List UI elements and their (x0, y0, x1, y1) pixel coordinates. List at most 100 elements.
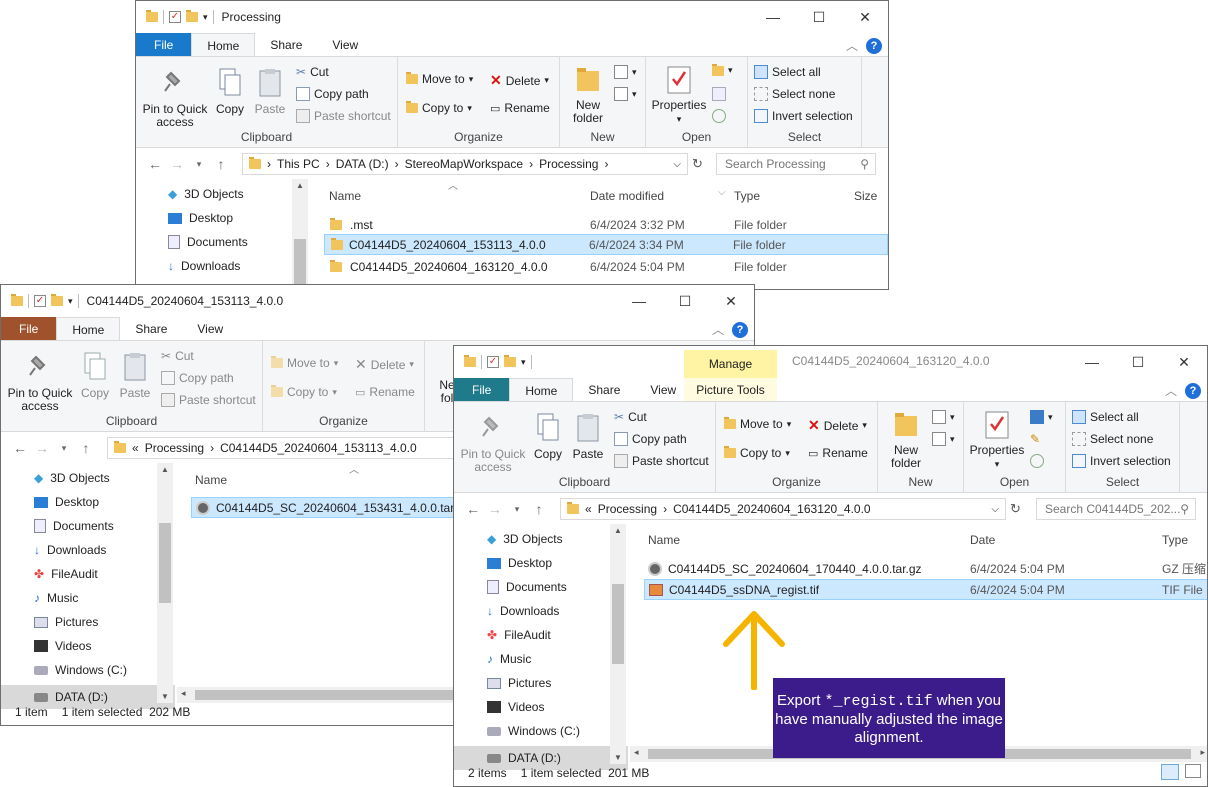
copy-path-button[interactable]: Copy path (296, 87, 369, 101)
nav-item-music[interactable]: ♪ Music (34, 591, 78, 605)
select-all-button[interactable]: Select all (1072, 410, 1139, 424)
cut-button[interactable]: ✂ Cut (296, 65, 329, 79)
nav-item-downloads[interactable]: ↓ Downloads (34, 543, 106, 557)
new-folder-icon[interactable] (51, 294, 63, 306)
column-header-name[interactable]: Name (195, 473, 227, 487)
properties-check-icon[interactable]: ✓ (34, 295, 46, 307)
scrollbar-thumb[interactable] (159, 523, 171, 603)
column-header-name[interactable]: Name (329, 189, 361, 203)
move-to-button[interactable]: Move to ▾ (271, 356, 338, 370)
nav-scrollbar[interactable]: ▲ ▼ (157, 463, 173, 703)
help-icon[interactable]: ? (866, 37, 882, 54)
file-row-selected[interactable]: C04144D5_SC_20240604_153431_4.0.0.tar.gz (191, 497, 470, 518)
forward-arrow-icon[interactable]: → (166, 156, 188, 172)
up-arrow-icon[interactable]: ↑ (75, 440, 97, 456)
breadcrumb-this-pc[interactable]: This PC (277, 157, 320, 171)
file-row[interactable]: C04144D5_SC_20240604_170440_4.0.0.tar.gz… (644, 558, 1207, 579)
column-header-type[interactable]: Type (734, 189, 760, 203)
customize-toolbar-icon[interactable]: ▾ (203, 12, 208, 23)
customize-toolbar-icon[interactable]: ▾ (68, 296, 73, 307)
breadcrumb-processing[interactable]: Processing (145, 441, 204, 455)
scrollbar-thumb[interactable] (294, 239, 306, 289)
history-button[interactable] (712, 109, 726, 123)
delete-button[interactable]: ✕ Delete ▾ (490, 72, 549, 89)
open-button[interactable]: ▾ (712, 63, 733, 76)
manage-contextual-tab[interactable]: Manage (684, 350, 777, 378)
tab-home[interactable]: Home (191, 33, 256, 57)
nav-item-documents[interactable]: Documents (168, 235, 248, 249)
nav-item-documents[interactable]: Documents (34, 519, 114, 533)
nav-item-downloads[interactable]: ↓ Downloads (168, 259, 240, 273)
collapse-ribbon-icon[interactable]: ︿ (846, 37, 858, 54)
breadcrumb-processing[interactable]: Processing (539, 157, 598, 171)
tab-share[interactable]: Share (573, 378, 635, 402)
search-input[interactable]: Search C04144D5_202... ⚲ (1036, 498, 1196, 520)
nav-item-fileaudit[interactable]: ✤ FileAudit (487, 628, 551, 642)
column-header-date[interactable]: Date (970, 533, 995, 547)
easy-access-button[interactable]: ▾ (932, 432, 955, 446)
easy-access-button[interactable]: ▾ (614, 87, 637, 101)
nav-item-windows-c[interactable]: Windows (C:) (34, 663, 127, 677)
back-arrow-icon[interactable]: ← (144, 156, 166, 172)
recent-dropdown-icon[interactable]: ▾ (506, 504, 528, 515)
rename-button[interactable]: ▭ Rename (808, 446, 868, 460)
move-to-button[interactable]: Move to ▾ (406, 72, 473, 86)
copy-button[interactable]: Copy (530, 412, 566, 461)
details-view-icon[interactable] (1161, 764, 1179, 780)
select-all-button[interactable]: Select all (754, 65, 821, 79)
forward-arrow-icon[interactable]: → (31, 440, 53, 456)
paste-button[interactable]: Paste (252, 67, 288, 116)
copy-to-button[interactable]: Copy to ▾ (271, 385, 337, 399)
nav-item-documents[interactable]: Documents (487, 580, 567, 594)
tab-picture-tools[interactable]: Picture Tools (684, 378, 777, 402)
file-row-selected[interactable]: C04144D5_20240604_153113_4.0.0 6/4/2024 3… (324, 234, 888, 255)
paste-button[interactable]: Paste (117, 351, 153, 400)
nav-scrollbar[interactable]: ▲ (292, 179, 308, 289)
column-header-name[interactable]: Name (648, 533, 680, 547)
invert-selection-button[interactable]: Invert selection (754, 109, 853, 123)
breadcrumb-overflow[interactable]: « (585, 502, 592, 516)
address-dropdown-icon[interactable]: ⌵ (991, 504, 999, 515)
address-bar[interactable]: « Processing › C04144D5_20240604_163120_4… (560, 498, 1006, 520)
column-header-type[interactable]: Type (1162, 533, 1188, 547)
forward-arrow-icon[interactable]: → (484, 501, 506, 517)
recent-dropdown-icon[interactable]: ▾ (188, 159, 210, 170)
nav-item-desktop[interactable]: Desktop (168, 211, 233, 225)
invert-selection-button[interactable]: Invert selection (1072, 454, 1171, 468)
file-row[interactable]: .mst 6/4/2024 3:32 PM File folder (322, 214, 888, 235)
minimize-button[interactable]: — (616, 285, 662, 317)
tab-view[interactable]: View (317, 33, 373, 57)
back-arrow-icon[interactable]: ← (462, 501, 484, 517)
copy-button[interactable]: Copy (77, 351, 113, 400)
new-folder-button[interactable]: New folder (884, 408, 928, 470)
tab-share[interactable]: Share (255, 33, 317, 57)
tab-file[interactable]: File (1, 317, 57, 341)
nav-item-desktop[interactable]: Desktop (487, 556, 552, 570)
nav-item-pictures[interactable]: Pictures (34, 615, 98, 629)
nav-scrollbar[interactable]: ▲ ▼ (610, 524, 626, 764)
rename-button[interactable]: ▭ Rename (490, 101, 550, 115)
nav-item-3d-objects[interactable]: ◆ 3D Objects (168, 187, 244, 201)
pin-button[interactable]: Pin to Quick access (140, 67, 210, 129)
delete-button[interactable]: ✕ Delete ▾ (808, 417, 867, 434)
address-bar[interactable]: › This PC › DATA (D:) › StereoMapWorkspace… (242, 153, 688, 175)
pin-button[interactable]: Pin to Quick access (458, 412, 528, 474)
new-item-button[interactable]: ▾ (932, 410, 955, 424)
breadcrumb-processing[interactable]: Processing (598, 502, 657, 516)
column-header-size[interactable]: Size (854, 189, 877, 203)
close-button[interactable]: ✕ (1161, 346, 1207, 378)
minimize-button[interactable]: — (1069, 346, 1115, 378)
collapse-ribbon-icon[interactable]: ︿ (712, 321, 724, 338)
tab-file[interactable]: File (454, 378, 510, 402)
up-arrow-icon[interactable]: ↑ (210, 156, 232, 172)
edit-button[interactable] (712, 87, 726, 101)
paste-button[interactable]: Paste (570, 412, 606, 461)
nav-item-3d-objects[interactable]: ◆ 3D Objects (34, 471, 110, 485)
properties-button[interactable]: Properties ▾ (968, 408, 1026, 471)
breadcrumb-stereomapworkspace[interactable]: StereoMapWorkspace (405, 157, 524, 171)
maximize-button[interactable]: ☐ (662, 285, 708, 317)
breadcrumb-data-d[interactable]: DATA (D:) (336, 157, 389, 171)
tab-view[interactable]: View (182, 317, 238, 341)
properties-check-icon[interactable]: ✓ (169, 11, 181, 23)
file-row[interactable]: C04144D5_20240604_163120_4.0.0 6/4/2024 5… (322, 256, 888, 277)
